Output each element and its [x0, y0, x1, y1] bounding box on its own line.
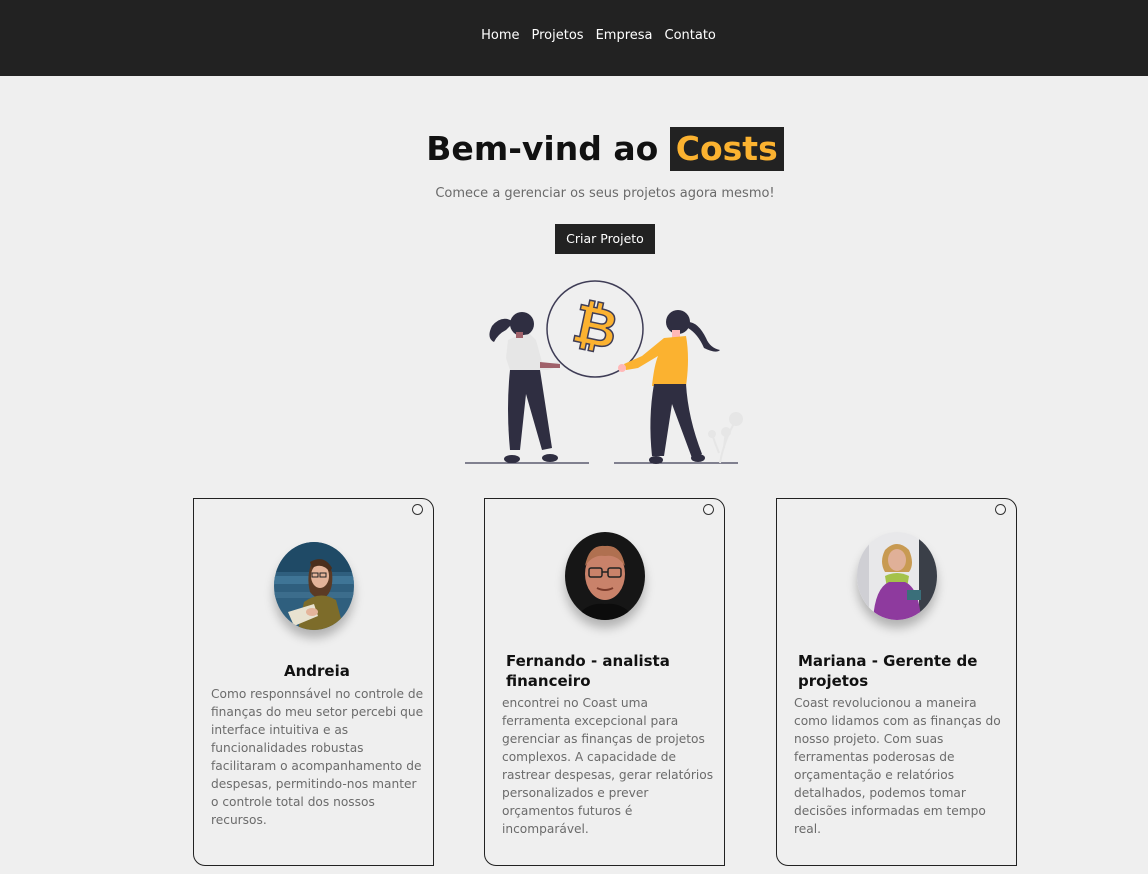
card-dot-icon	[703, 504, 714, 515]
create-project-button[interactable]: Criar Projeto	[555, 224, 655, 254]
testimonial-name: Fernando - analista financeiro	[506, 652, 670, 690]
nav-link-contato[interactable]: Contato	[665, 27, 716, 47]
page-subtitle: Comece a gerenciar os seus projetos agor…	[435, 186, 775, 201]
testimonial-card: Andreia Como responnsável no controle de…	[193, 498, 434, 866]
testimonial-text: Como responnsável no controle de finança…	[211, 687, 424, 827]
navbar: Home Projetos Empresa Contato	[0, 0, 1148, 76]
nav-link-home[interactable]: Home	[481, 27, 519, 47]
card-dot-icon	[412, 504, 423, 515]
nav-menu: Home Projetos Empresa Contato	[0, 27, 1148, 47]
avatar	[857, 532, 937, 620]
avatar	[274, 542, 354, 630]
card-dot-icon	[995, 504, 1006, 515]
page-title: Bem-vind ao Costs	[0, 126, 1148, 172]
testimonial-card: Fernando - analista financeiro encontrei…	[484, 498, 725, 866]
nav-link-empresa[interactable]: Empresa	[596, 27, 653, 47]
title-prefix: Bem-vind ao	[426, 129, 659, 168]
brand-highlight: Costs	[669, 127, 784, 171]
testimonial-name: Mariana - Gerente de projetos	[798, 652, 978, 690]
testimonial-text: encontrei no Coast uma ferramenta excepc…	[502, 696, 714, 836]
nav-link-projetos[interactable]: Projetos	[532, 27, 584, 47]
testimonial-name: Andreia	[284, 662, 350, 680]
testimonial-text: Coast revolucionou a maneira como lidamo…	[794, 696, 1001, 836]
bitcoin-illustration: ₿	[465, 280, 743, 464]
testimonial-card: Mariana - Gerente de projetos Coast revo…	[776, 498, 1017, 866]
avatar	[565, 532, 645, 620]
